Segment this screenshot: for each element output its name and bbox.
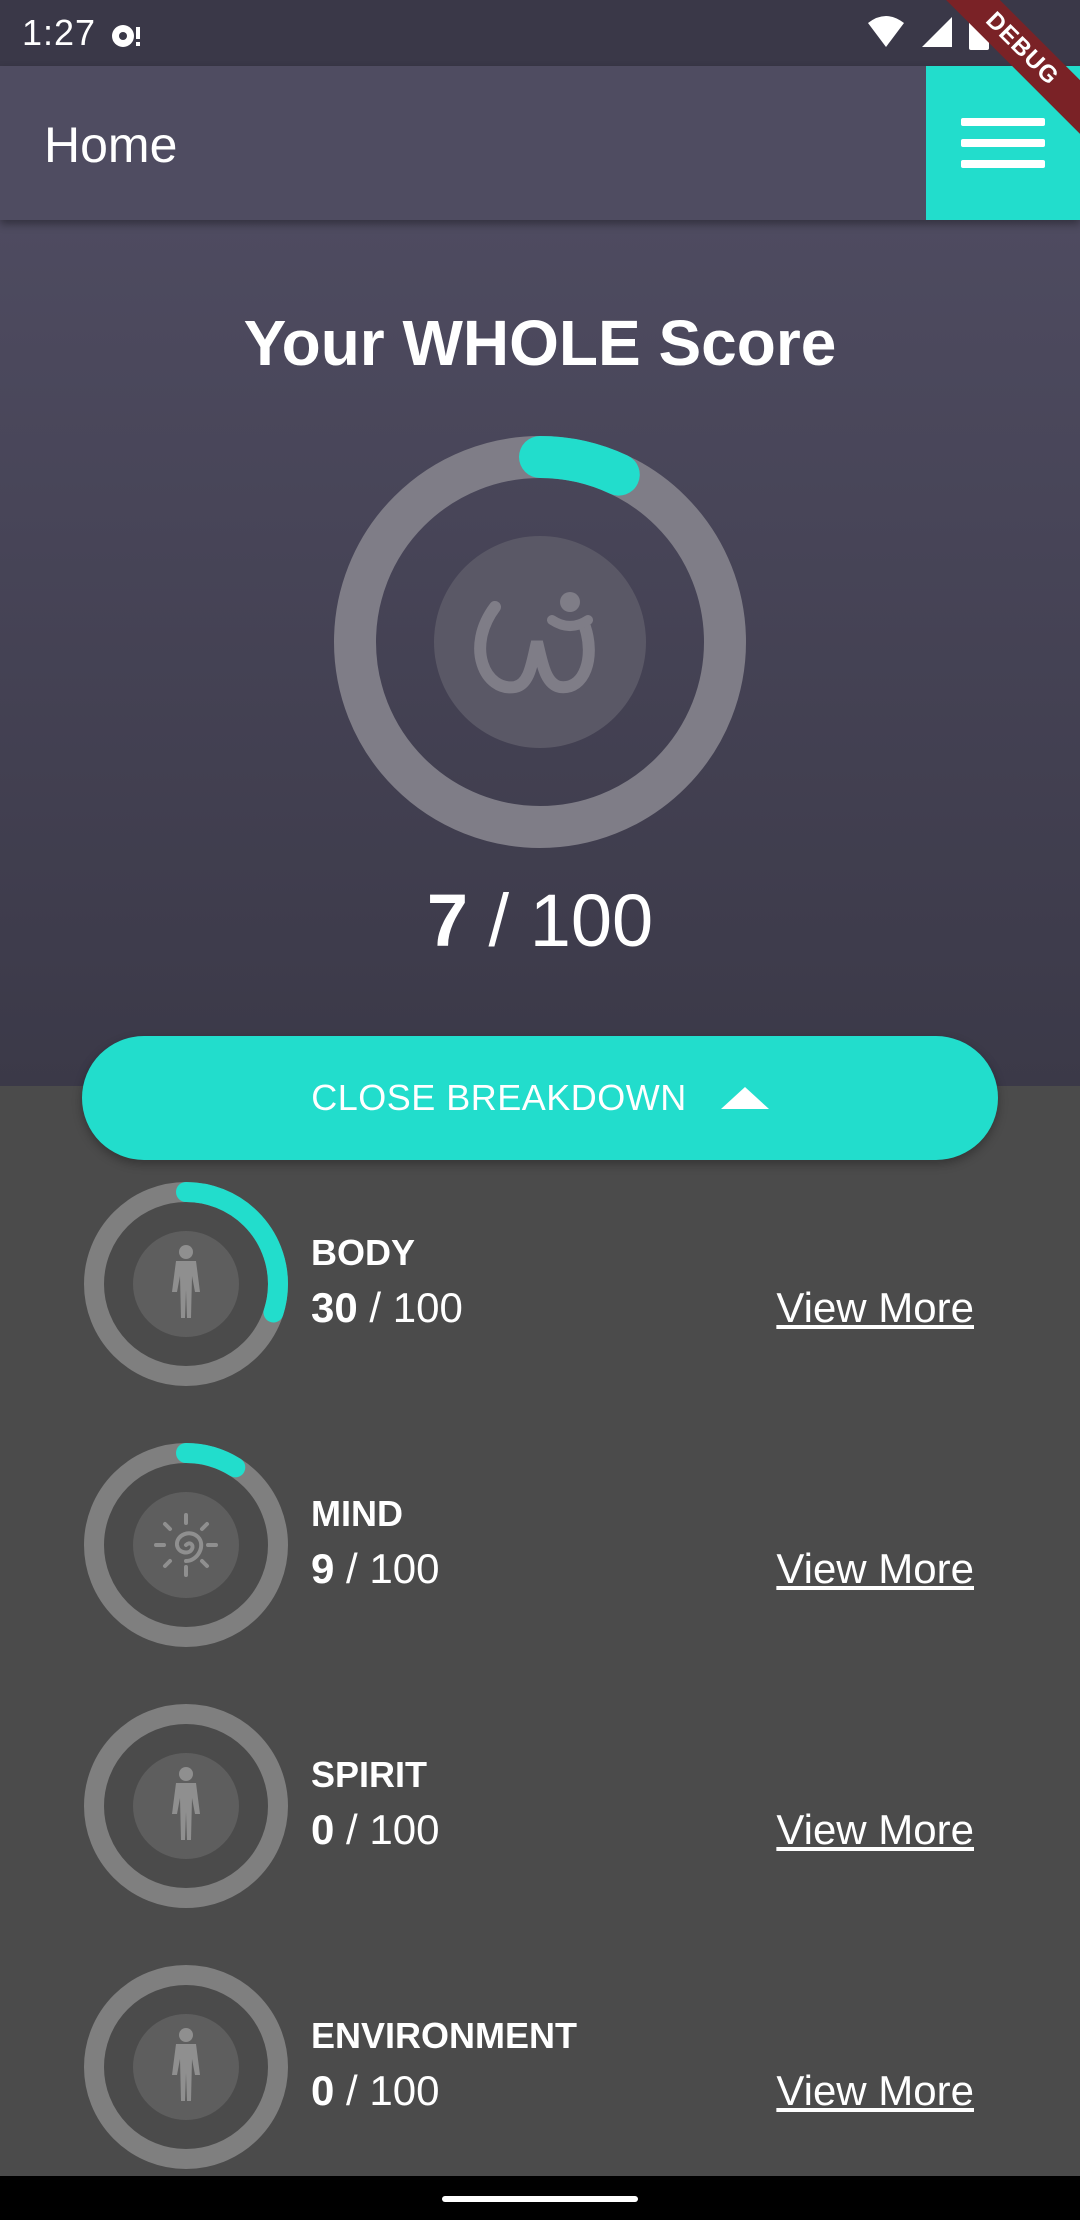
close-breakdown-button[interactable]: CLOSE BREAKDOWN (82, 1036, 998, 1160)
category-score-number: 0 (311, 2067, 335, 2114)
category-score: 0 / 100 (311, 2067, 439, 2115)
home-gesture-handle[interactable] (442, 2196, 638, 2202)
score-separator: / (334, 1545, 370, 1592)
category-row-body: BODY 30 / 100 View More (82, 1180, 998, 1390)
category-score: 30 / 100 (311, 1284, 463, 1332)
close-breakdown-label: CLOSE BREAKDOWN (311, 1077, 687, 1118)
category-score: 0 / 100 (311, 1806, 439, 1854)
whole-score-max: 100 (529, 879, 654, 962)
whole-score-value: 7 / 100 (0, 878, 1080, 963)
system-nav-bar (0, 2176, 1080, 2220)
category-score-max: 100 (392, 1284, 463, 1331)
hamburger-icon-line (961, 139, 1045, 147)
view-more-link[interactable]: View More (776, 2067, 974, 2115)
category-name: ENVIRONMENT (311, 2015, 578, 2056)
score-separator: / (468, 879, 530, 962)
score-separator: / (334, 2067, 370, 2114)
category-row-spirit: SPIRIT 0 / 100 View More (82, 1702, 998, 1912)
hero-title: Your WHOLE Score (243, 307, 837, 379)
environment-score-ring (84, 1965, 288, 2169)
page-title: Home (44, 117, 178, 173)
category-name: MIND (311, 1493, 403, 1534)
wifi-icon (866, 15, 906, 58)
category-name: BODY (311, 1232, 416, 1273)
signal-icon (920, 15, 954, 58)
body-score-ring (84, 1182, 288, 1386)
whole-score-ring (334, 436, 746, 848)
score-hero: Your WHOLE Score 7 / 100 (0, 220, 1080, 1086)
spirit-score-ring (84, 1704, 288, 1908)
view-more-link[interactable]: View More (776, 1545, 974, 1593)
hamburger-icon-line (961, 160, 1045, 168)
caret-up-icon (720, 1087, 769, 1109)
category-row-mind: MIND 9 / 100 View More (82, 1441, 998, 1651)
whole-score-number: 7 (426, 879, 468, 962)
category-score-max: 100 (369, 1806, 440, 1853)
category-row-environment: ENVIRONMENT 0 / 100 View More (82, 1963, 998, 2173)
hamburger-icon-line (961, 118, 1045, 126)
notification-icon (110, 18, 144, 48)
category-score-number: 30 (311, 1284, 358, 1331)
score-separator: / (334, 1806, 370, 1853)
category-score-number: 9 (311, 1545, 335, 1592)
view-more-link[interactable]: View More (776, 1284, 974, 1332)
category-score-max: 100 (369, 1545, 440, 1592)
status-time: 1:27 (22, 12, 97, 53)
category-name: SPIRIT (311, 1754, 428, 1795)
status-bar: 1:27 (0, 0, 1080, 66)
category-score-number: 0 (311, 1806, 335, 1853)
mind-score-ring (84, 1443, 288, 1647)
category-score-max: 100 (369, 2067, 440, 2114)
view-more-link[interactable]: View More (776, 1806, 974, 1854)
app-bar: Home (0, 66, 1080, 220)
category-score: 9 / 100 (311, 1545, 439, 1593)
score-separator: / (357, 1284, 393, 1331)
spiral-sun-icon (154, 1513, 218, 1577)
